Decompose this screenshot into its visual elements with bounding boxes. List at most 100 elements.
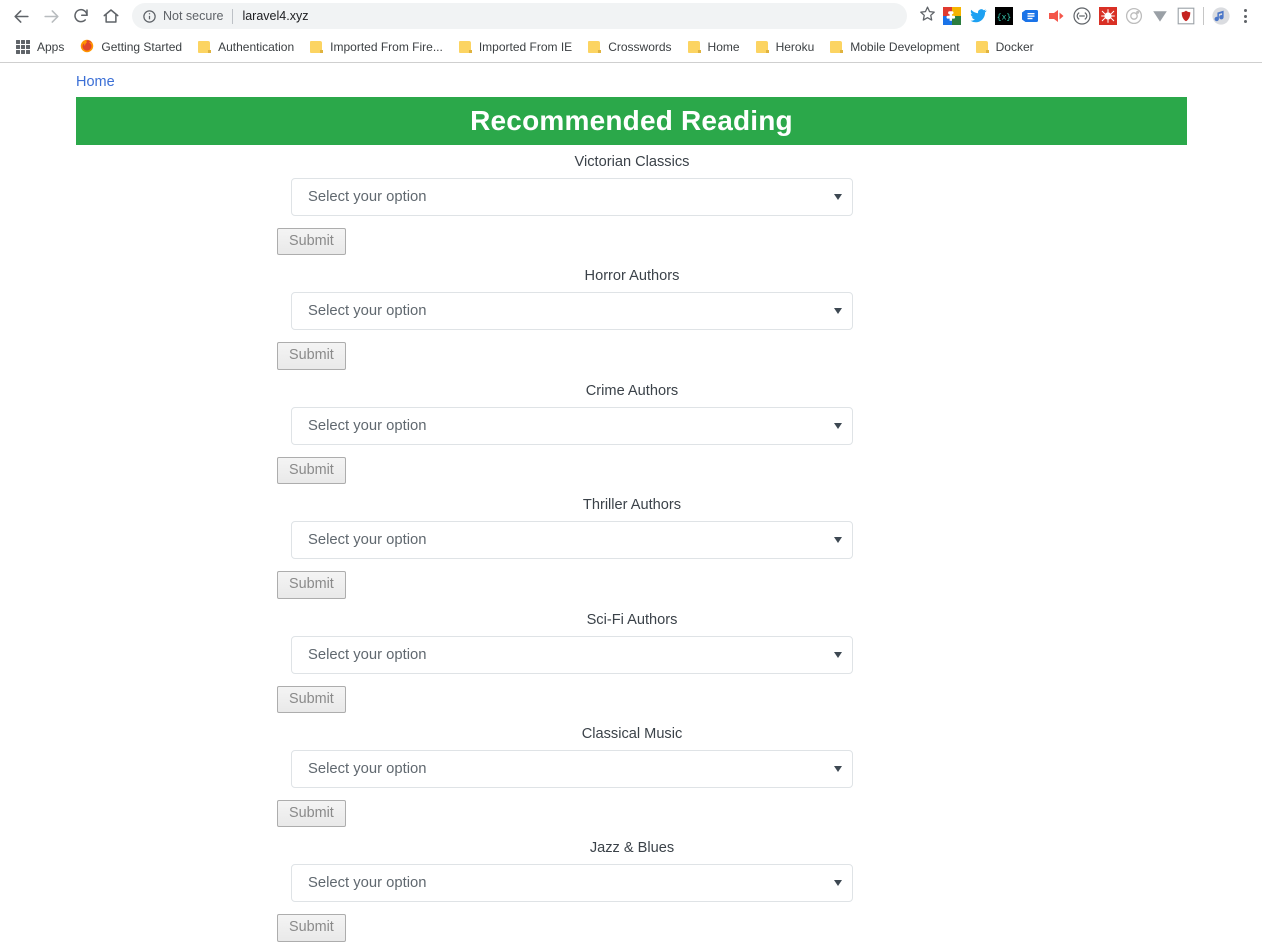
bookmark-label: Authentication xyxy=(218,40,294,54)
bookmark-docker[interactable]: Docker xyxy=(968,35,1042,59)
arrow-left-icon xyxy=(12,7,31,26)
extension-colorful-puzzle-icon[interactable] xyxy=(943,7,961,25)
category-label: Thriller Authors xyxy=(0,497,1262,513)
recommendation-block-5: Classical Music Select your option Submi… xyxy=(0,726,1262,827)
bookmark-mobile-development[interactable]: Mobile Development xyxy=(822,35,967,59)
submit-wrapper: Submit xyxy=(277,914,1262,941)
category-select-value: Select your option xyxy=(308,647,426,663)
chevron-down-icon xyxy=(834,423,842,429)
bookmark-label: Home xyxy=(708,40,740,54)
category-select-wrapper[interactable]: Select your option xyxy=(291,750,853,788)
bookmark-label: Imported From Fire... xyxy=(330,40,443,54)
reload-button[interactable] xyxy=(66,2,96,30)
category-label: Sci-Fi Authors xyxy=(0,612,1262,628)
page-content: Home Recommended Reading Victorian Class… xyxy=(0,63,1262,942)
chevron-down-icon xyxy=(834,766,842,772)
category-select-value: Select your option xyxy=(308,189,426,205)
chevron-down-icon xyxy=(834,537,842,543)
page-viewport: Home Recommended Reading Victorian Class… xyxy=(0,63,1262,943)
recommendation-block-2: Crime Authors Select your option Submit xyxy=(0,383,1262,484)
browser-menu-button[interactable] xyxy=(1234,4,1256,28)
submit-button[interactable]: Submit xyxy=(277,342,346,369)
folder-icon xyxy=(459,41,472,53)
recommendation-form-list: Victorian Classics Select your option Su… xyxy=(0,145,1262,942)
bookmark-crosswords[interactable]: Crosswords xyxy=(580,35,679,59)
bookmarks-bar: Apps Getting Started Authentication Impo… xyxy=(0,32,1262,62)
bookmark-getting-started[interactable]: Getting Started xyxy=(72,35,190,59)
folder-icon xyxy=(688,41,701,53)
submit-button[interactable]: Submit xyxy=(277,800,346,827)
submit-button[interactable]: Submit xyxy=(277,457,346,484)
category-select-wrapper[interactable]: Select your option xyxy=(291,178,853,216)
breadcrumb-link-home[interactable]: Home xyxy=(76,74,115,90)
bookmark-apps[interactable]: Apps xyxy=(8,35,72,59)
breadcrumb: Home xyxy=(0,71,1262,93)
submit-button[interactable]: Submit xyxy=(277,914,346,941)
category-select-value: Select your option xyxy=(308,418,426,434)
bookmark-home[interactable]: Home xyxy=(680,35,748,59)
extension-xpath-black-icon[interactable]: {x} xyxy=(995,7,1013,25)
firefox-icon xyxy=(80,39,94,56)
category-select[interactable]: Select your option xyxy=(291,407,853,445)
reload-icon xyxy=(72,7,90,25)
folder-icon xyxy=(310,41,323,53)
category-select[interactable]: Select your option xyxy=(291,750,853,788)
extension-separator xyxy=(1203,7,1204,25)
bookmark-authentication[interactable]: Authentication xyxy=(190,35,302,59)
folder-icon xyxy=(976,41,989,53)
browser-chrome: Not secure laravel4.xyz xyxy=(0,0,1262,63)
category-select[interactable]: Select your option xyxy=(291,521,853,559)
bookmark-label: Getting Started xyxy=(101,40,182,54)
arrow-right-icon xyxy=(42,7,61,26)
bookmark-imported-from-ie[interactable]: Imported From IE xyxy=(451,35,580,59)
extension-gray-bracket-icon[interactable] xyxy=(1073,7,1091,25)
bookmark-imported-from-firefox[interactable]: Imported From Fire... xyxy=(302,35,451,59)
extension-gray-chevron-icon[interactable] xyxy=(1151,7,1169,25)
category-label: Crime Authors xyxy=(0,383,1262,399)
submit-wrapper: Submit xyxy=(277,457,1262,484)
bookmark-heroku[interactable]: Heroku xyxy=(748,35,823,59)
category-select-wrapper[interactable]: Select your option xyxy=(291,407,853,445)
forward-button[interactable] xyxy=(36,2,66,30)
extension-blue-tag-icon[interactable] xyxy=(1021,7,1039,25)
extension-red-shield-icon[interactable] xyxy=(1177,7,1195,25)
address-bar[interactable]: Not secure laravel4.xyz xyxy=(132,3,907,29)
extension-blue-music-note-icon[interactable] xyxy=(1212,7,1230,25)
home-button[interactable] xyxy=(96,2,126,30)
recommendation-block-0: Victorian Classics Select your option Su… xyxy=(0,154,1262,255)
category-select[interactable]: Select your option xyxy=(291,864,853,902)
submit-button[interactable]: Submit xyxy=(277,228,346,255)
submit-button[interactable]: Submit xyxy=(277,686,346,713)
category-select-value: Select your option xyxy=(308,303,426,319)
apps-grid-icon xyxy=(16,40,30,54)
recommendation-block-3: Thriller Authors Select your option Subm… xyxy=(0,497,1262,598)
submit-wrapper: Submit xyxy=(277,800,1262,827)
category-select[interactable]: Select your option xyxy=(291,636,853,674)
bookmark-label: Heroku xyxy=(776,40,815,54)
home-icon xyxy=(102,7,120,25)
star-icon xyxy=(919,5,936,27)
bookmark-star-button[interactable] xyxy=(915,4,939,28)
category-label: Jazz & Blues xyxy=(0,840,1262,856)
category-select-wrapper[interactable]: Select your option xyxy=(291,636,853,674)
omnibox-divider xyxy=(232,9,233,24)
page-header-banner: Recommended Reading xyxy=(76,97,1187,145)
back-button[interactable] xyxy=(6,2,36,30)
category-select-wrapper[interactable]: Select your option xyxy=(291,521,853,559)
category-select-wrapper[interactable]: Select your option xyxy=(291,864,853,902)
extension-red-play-icon[interactable] xyxy=(1047,7,1065,25)
category-select-wrapper[interactable]: Select your option xyxy=(291,292,853,330)
extension-twitter-icon[interactable] xyxy=(969,7,987,25)
page-title: Recommended Reading xyxy=(470,105,793,137)
bookmark-label: Apps xyxy=(37,40,64,54)
category-select-value: Select your option xyxy=(308,875,426,891)
extension-gray-target-icon[interactable] xyxy=(1125,7,1143,25)
kebab-menu-icon xyxy=(1244,9,1247,23)
info-circle-icon xyxy=(142,9,157,24)
extension-red-bug-icon[interactable] xyxy=(1099,7,1117,25)
category-select[interactable]: Select your option xyxy=(291,292,853,330)
category-select[interactable]: Select your option xyxy=(291,178,853,216)
chevron-down-icon xyxy=(834,194,842,200)
folder-icon xyxy=(830,41,843,53)
submit-button[interactable]: Submit xyxy=(277,571,346,598)
